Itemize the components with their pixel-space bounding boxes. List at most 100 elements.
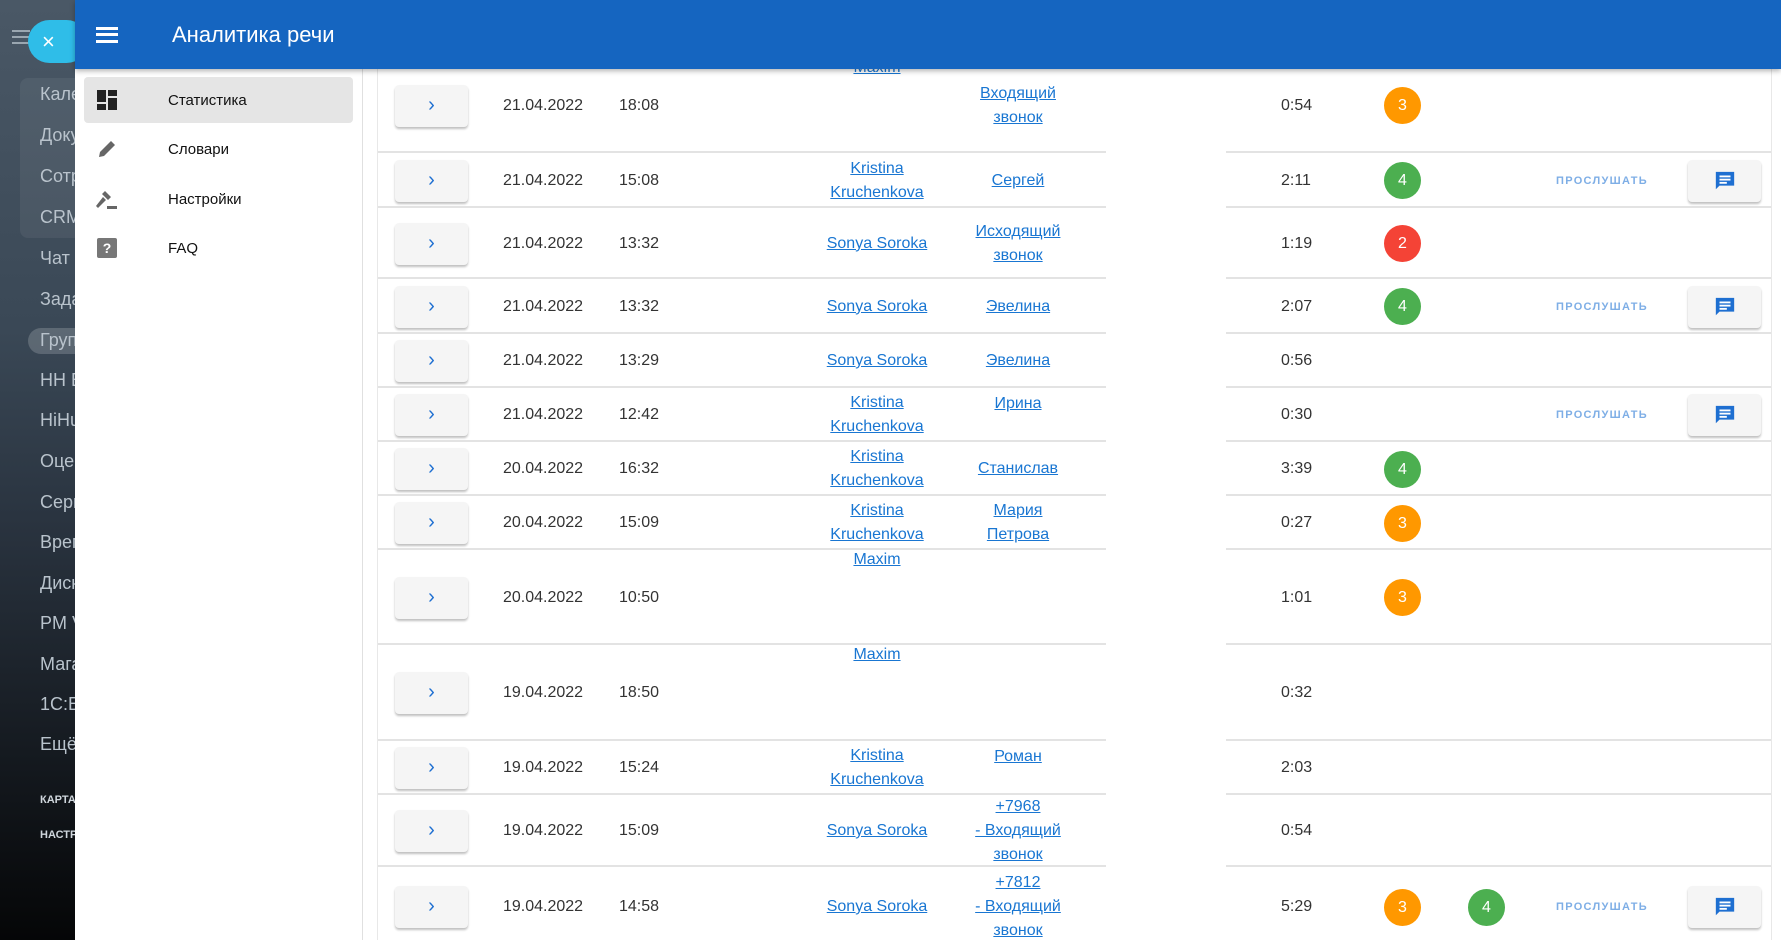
call-time: 18:08 — [619, 96, 660, 114]
close-icon: × — [42, 29, 55, 54]
client-cell: +7812 - Входящий звонок — [958, 871, 1078, 940]
score-badge: 3 — [1384, 888, 1421, 926]
client-link[interactable]: звонок — [993, 922, 1042, 939]
nav-item-settings[interactable]: Настройки — [84, 176, 353, 222]
employee-link[interactable]: Kristina — [850, 448, 903, 465]
employee-link[interactable]: Sonya Soroka — [827, 235, 928, 252]
client-cell: Мария Петрова — [958, 499, 1078, 547]
employee-link[interactable]: Sonya Soroka — [827, 898, 928, 915]
menu-icon[interactable] — [96, 26, 118, 43]
employee-link[interactable]: Kruchenkova — [830, 472, 923, 489]
calls-table: › 21.04.2022 18:08 Maxim Входящий звонок 0:54 3… — [377, 69, 1772, 940]
employee-link[interactable]: Kruchenkova — [830, 184, 923, 201]
nav-item-faq[interactable]: ? FAQ — [84, 225, 353, 271]
call-duration: 2:11 — [1281, 171, 1311, 189]
employee-link[interactable]: Maxim — [853, 551, 900, 568]
client-link[interactable]: звонок — [993, 247, 1042, 264]
client-cell: Ирина — [958, 392, 1078, 416]
table-row: › 20.04.2022 10:50 Maxim 1:01 3 — [378, 550, 1771, 645]
expand-row-button[interactable]: › — [395, 502, 468, 544]
call-date: 19.04.2022 — [503, 822, 584, 839]
chevron-right-icon: › — [428, 93, 435, 116]
client-link[interactable]: Станислав — [978, 460, 1058, 477]
client-link[interactable]: +7968 — [996, 798, 1041, 815]
score-badge: 3 — [1384, 87, 1421, 124]
background-app-sidebar: Кале Доку Сотр CRM Чат Зада Груп НН Е HiHu Оце Сер… — [0, 0, 75, 940]
employee-link[interactable]: Kristina — [850, 502, 903, 519]
call-date: 20.04.2022 — [503, 460, 584, 477]
comment-button[interactable] — [1688, 159, 1761, 202]
client-cell: Исходящий звонок — [958, 220, 1078, 268]
client-link[interactable]: Исходящий — [976, 223, 1061, 240]
table-row: › 19.04.2022 15:24 Kristina Kruchenkova Роман… — [378, 741, 1771, 795]
comment-button[interactable] — [1688, 394, 1761, 436]
client-link[interactable]: Ирина — [994, 395, 1041, 412]
chevron-right-icon: › — [428, 457, 435, 479]
client-link[interactable]: - Входящий — [975, 822, 1061, 839]
call-date: 21.04.2022 — [503, 297, 584, 315]
client-link[interactable]: +7812 — [996, 874, 1041, 891]
employee-link[interactable]: Maxim — [853, 69, 900, 76]
client-link[interactable]: звонок — [993, 846, 1042, 863]
call-time: 14:58 — [619, 898, 660, 915]
nav-item-statistics[interactable]: Статистика — [84, 77, 353, 123]
expand-row-button[interactable]: › — [395, 672, 468, 714]
score-badge: 2 — [1384, 225, 1421, 262]
score-badge: 4 — [1384, 450, 1421, 488]
employee-link[interactable]: Kristina — [850, 747, 903, 764]
background-menu-item: HiHu — [40, 410, 75, 430]
expand-row-button[interactable]: › — [395, 448, 468, 490]
nav-item-dictionaries[interactable]: Словари — [84, 126, 353, 172]
client-link[interactable]: Петрова — [987, 526, 1049, 543]
client-link[interactable]: Роман — [994, 748, 1042, 765]
comment-button[interactable] — [1688, 285, 1761, 328]
score-badge: 4 — [1384, 162, 1421, 199]
expand-row-button[interactable]: › — [395, 285, 468, 328]
app-header: Аналитика речи — [75, 0, 1781, 69]
employee-link[interactable]: Kristina — [850, 394, 903, 411]
expand-row-button[interactable]: › — [395, 340, 468, 382]
background-menu-item: Серв — [40, 492, 75, 512]
nav-item-label: Статистика — [168, 91, 247, 109]
employee-link[interactable]: Kruchenkova — [830, 418, 923, 435]
listen-button[interactable]: ПРОСЛУШАТЬ — [1556, 175, 1648, 187]
expand-row-button[interactable]: › — [395, 84, 468, 127]
nav-item-label: FAQ — [168, 239, 199, 257]
expand-row-button[interactable]: › — [395, 222, 468, 265]
expand-row-button[interactable]: › — [395, 747, 468, 789]
call-date: 19.04.2022 — [503, 898, 584, 915]
client-link[interactable]: Сергей — [992, 172, 1045, 189]
client-link[interactable]: Мария — [994, 502, 1043, 519]
chevron-right-icon: › — [428, 168, 435, 191]
call-duration: 0:30 — [1281, 406, 1313, 423]
employee-cell: Sonya Soroka — [797, 895, 957, 919]
employee-link[interactable]: Kruchenkova — [830, 771, 923, 788]
background-menu-item: Чат — [40, 248, 70, 268]
client-link[interactable]: Входящий — [980, 85, 1056, 102]
client-link[interactable]: Эвелина — [986, 298, 1050, 315]
comment-button[interactable] — [1688, 886, 1761, 928]
gavel-icon — [96, 188, 118, 210]
client-link[interactable]: Эвелина — [986, 352, 1050, 369]
expand-row-button[interactable]: › — [395, 886, 468, 928]
employee-cell: Maxim — [797, 548, 957, 572]
client-link[interactable]: звонок — [993, 109, 1042, 126]
employee-link[interactable]: Maxim — [853, 646, 900, 663]
expand-row-button[interactable]: › — [395, 394, 468, 436]
score-badge: 4 — [1468, 888, 1505, 926]
client-link[interactable]: - Входящий — [975, 898, 1061, 915]
employee-link[interactable]: Kruchenkova — [830, 526, 923, 543]
expand-row-button[interactable]: › — [395, 159, 468, 202]
employee-link[interactable]: Sonya Soroka — [827, 298, 928, 315]
background-menu-item: Врем — [40, 532, 75, 552]
listen-button[interactable]: ПРОСЛУШАТЬ — [1556, 409, 1648, 421]
expand-row-button[interactable]: › — [395, 810, 468, 852]
listen-button[interactable]: ПРОСЛУШАТЬ — [1556, 301, 1648, 313]
call-date: 20.04.2022 — [503, 514, 584, 531]
employee-link[interactable]: Sonya Soroka — [827, 822, 928, 839]
employee-link[interactable]: Sonya Soroka — [827, 352, 928, 369]
employee-link[interactable]: Kristina — [850, 160, 903, 177]
listen-button[interactable]: ПРОСЛУШАТЬ — [1556, 901, 1648, 913]
call-duration: 2:03 — [1281, 759, 1313, 776]
expand-row-button[interactable]: › — [395, 576, 468, 619]
